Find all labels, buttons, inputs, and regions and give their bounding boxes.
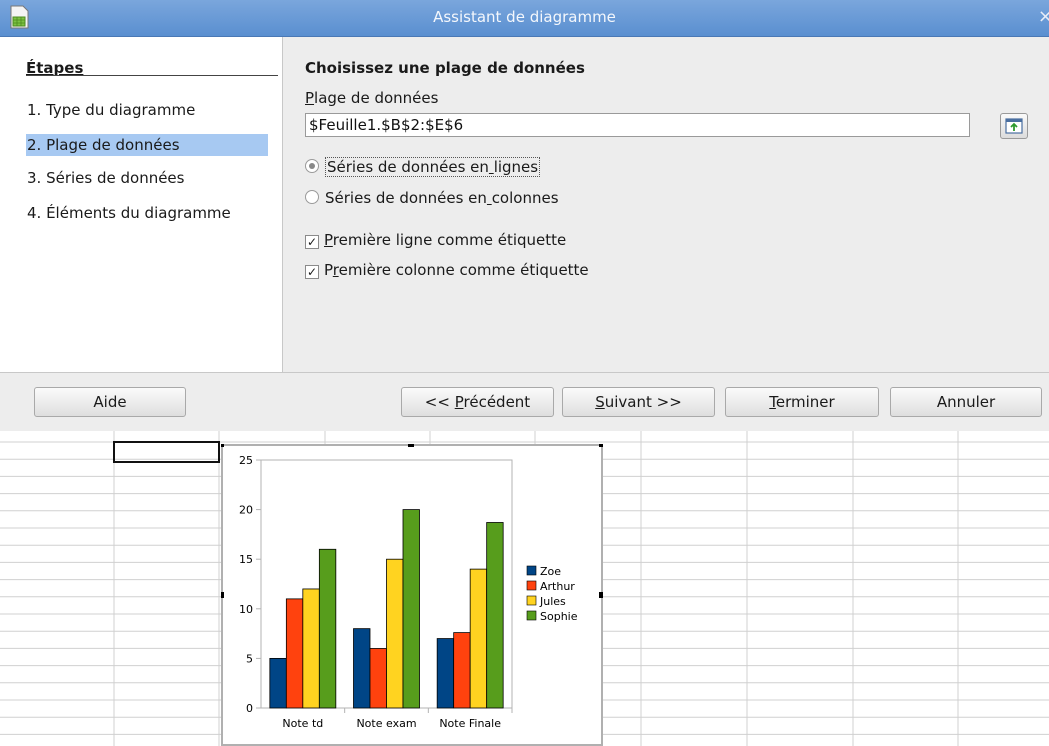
previous-button[interactable]: << Précédent	[401, 387, 554, 417]
shrink-range-icon	[1005, 118, 1023, 134]
checkmark-icon[interactable]: ✓	[305, 265, 319, 279]
resize-handle[interactable]	[221, 592, 224, 598]
checkmark-icon[interactable]: ✓	[305, 235, 319, 249]
y-tick-label: 5	[246, 652, 253, 665]
help-button[interactable]: Aide	[34, 387, 186, 417]
bar-arthur	[453, 632, 471, 709]
finish-button[interactable]: Terminer	[725, 387, 879, 417]
legend-label: Zoe	[540, 565, 561, 578]
bar-sophie	[486, 522, 504, 709]
radio-columns-label: Séries de données en colonnes	[325, 189, 559, 207]
x-tick-label: Note Finale	[439, 717, 501, 730]
checkbox-first-row-label[interactable]: ✓ Première ligne comme étiquette	[305, 229, 566, 251]
window-title: Assistant de diagramme	[433, 8, 616, 26]
section-heading: Choisissez une plage de données	[305, 59, 585, 77]
bar-zoe	[436, 638, 455, 709]
bar-jules	[302, 588, 320, 709]
bar-arthur	[285, 598, 304, 709]
resize-handle[interactable]	[599, 444, 603, 447]
chart-wizard-dialog: Étapes 1. Type du diagramme 2. Plage de …	[0, 37, 1049, 432]
radio-rows-label: Séries de données en lignes	[325, 157, 541, 177]
radio-series-columns[interactable]: Séries de données en colonnes	[305, 187, 559, 209]
radio-series-rows[interactable]: Séries de données en lignes	[305, 156, 541, 178]
bar-arthur	[369, 648, 387, 709]
legend-swatch	[526, 565, 537, 576]
bar-sophie	[318, 548, 337, 709]
shrink-range-button[interactable]	[1000, 113, 1028, 139]
legend-label: Sophie	[540, 610, 578, 623]
first-column-label: Première colonne comme étiquette	[324, 261, 589, 279]
bar-jules	[386, 558, 404, 709]
bar-zoe	[269, 657, 287, 709]
data-range-input[interactable]	[305, 113, 970, 137]
step-chart-elements[interactable]: 4. Éléments du diagramme	[26, 202, 231, 224]
embedded-chart[interactable]: 0 5 10 15 20 25 Note td Note exam Note Finale Zoe…	[221, 444, 603, 746]
step-data-range[interactable]: 2. Plage de données	[26, 134, 268, 156]
content-panel: Choisissez une plage de données Plage de…	[283, 37, 1049, 372]
step-data-series[interactable]: 3. Séries de données	[26, 167, 184, 189]
radio-indicator-rows[interactable]	[305, 159, 319, 173]
bar-sophie	[402, 509, 420, 709]
resize-handle[interactable]	[599, 592, 603, 598]
steps-panel: Étapes 1. Type du diagramme 2. Plage de …	[0, 37, 283, 372]
first-row-label: Première ligne comme étiquette	[324, 231, 567, 249]
x-tick-label: Note td	[282, 717, 323, 730]
y-tick-label: 0	[246, 702, 253, 715]
resize-handle[interactable]	[408, 444, 414, 447]
range-label: Plage de données	[305, 89, 439, 107]
title-bar[interactable]: Assistant de diagramme ×	[0, 0, 1049, 37]
x-tick-label: Note exam	[356, 717, 416, 730]
checkbox-first-column-label[interactable]: ✓ Première colonne comme étiquette	[305, 259, 589, 281]
resize-handle[interactable]	[221, 444, 224, 447]
legend-swatch	[526, 595, 537, 606]
y-tick-label: 15	[239, 553, 253, 566]
close-icon[interactable]: ×	[1038, 6, 1049, 27]
y-tick-label: 10	[239, 603, 253, 616]
button-bar: Aide << Précédent Suivant >> Terminer An…	[0, 372, 1049, 432]
step-chart-type[interactable]: 1. Type du diagramme	[26, 99, 195, 121]
bar-jules	[469, 568, 488, 709]
legend-swatch	[526, 610, 537, 621]
radio-indicator-columns[interactable]	[305, 190, 319, 204]
next-button[interactable]: Suivant >>	[562, 387, 715, 417]
y-tick-label: 25	[239, 454, 253, 467]
legend-label: Arthur	[540, 580, 575, 593]
y-tick-label: 20	[239, 504, 253, 517]
legend-swatch	[526, 580, 537, 591]
cancel-button[interactable]: Annuler	[890, 387, 1042, 417]
legend-label: Jules	[539, 595, 566, 608]
bar-zoe	[353, 628, 371, 709]
steps-divider	[26, 75, 278, 76]
